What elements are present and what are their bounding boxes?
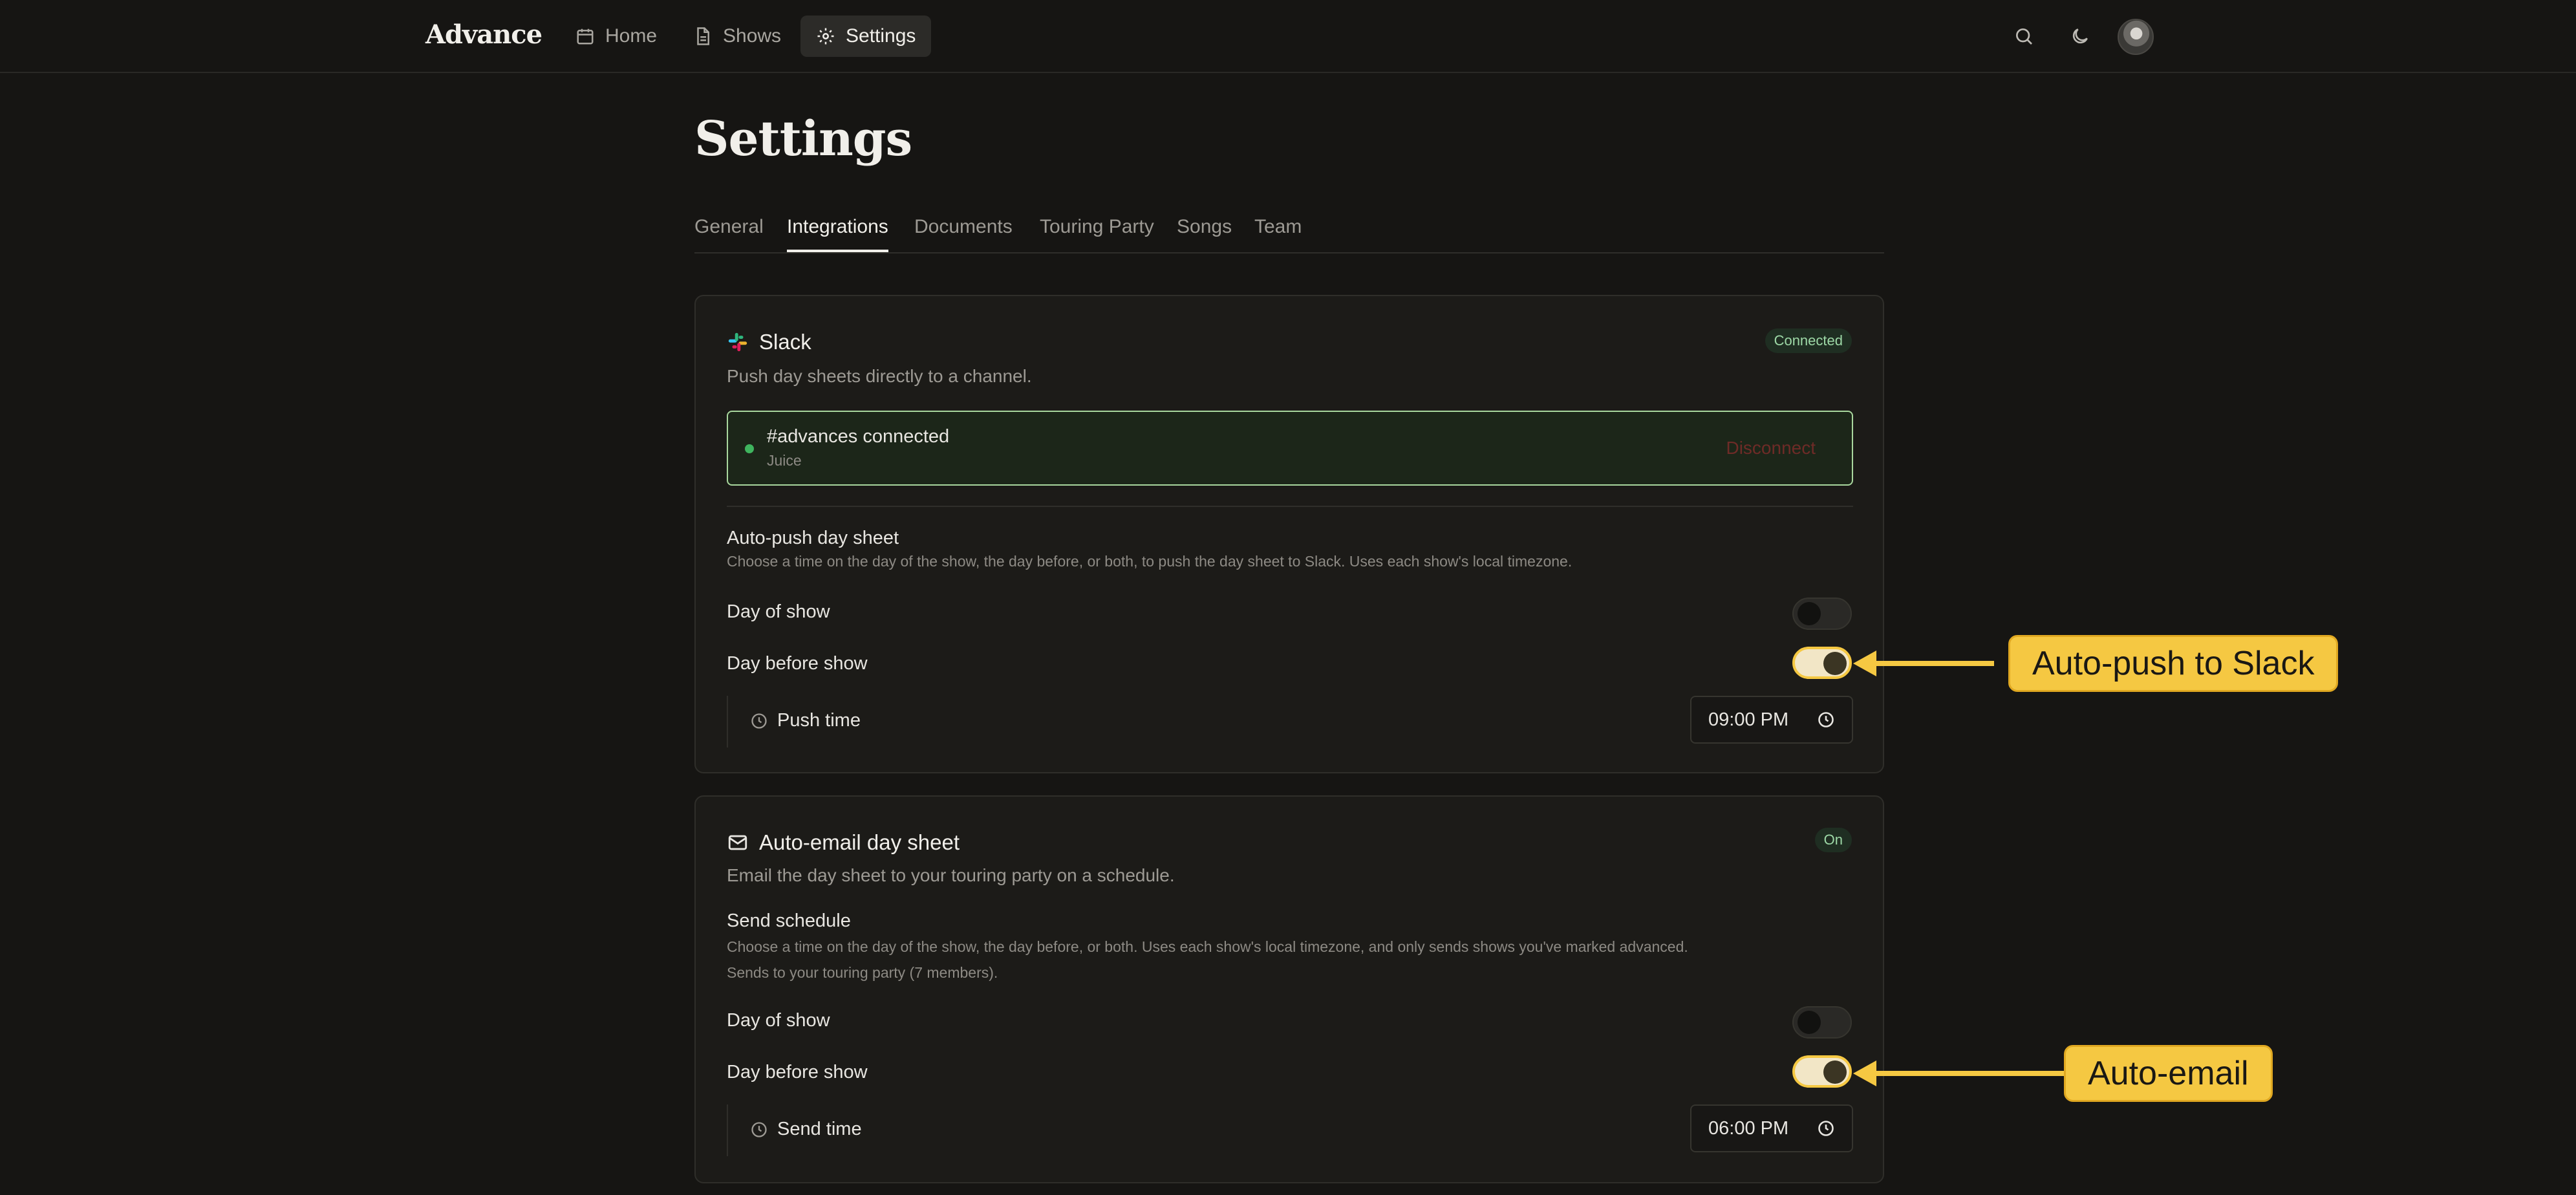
email-subtitle: Email the day sheet to your touring part… [727, 865, 1175, 885]
nav-shows[interactable]: Shows [678, 16, 797, 57]
mail-icon [728, 835, 747, 850]
status-badge: On [1814, 828, 1852, 852]
brand-logo[interactable]: Advance [425, 19, 542, 50]
nav-settings-label: Settings [846, 25, 916, 47]
email-title-text: Auto-email day sheet [759, 830, 960, 854]
tab-documents[interactable]: Documents [914, 216, 1013, 250]
clock-icon [751, 713, 767, 729]
push-time-input[interactable]: 09:00 PM [1690, 696, 1853, 744]
email-day-before-show-toggle[interactable] [1792, 1055, 1852, 1088]
calendar-icon [577, 28, 594, 45]
email-callout-label: Auto-email [2064, 1045, 2273, 1102]
email-card-title: Auto-email day sheet [727, 830, 960, 855]
push-time-text: Push time [777, 710, 861, 731]
slack-logo-icon [728, 332, 747, 352]
page-title: Settings [694, 111, 912, 167]
clock-icon [1818, 1121, 1834, 1136]
send-time-value: 06:00 PM [1708, 1117, 1789, 1139]
send-schedule-description: Choose a time on the day of the show, th… [727, 938, 1688, 955]
clock-icon [1818, 712, 1834, 727]
slack-subtitle: Push day sheets directly to a channel. [727, 366, 1032, 386]
autopush-section-label: Auto-push day sheet [727, 528, 899, 548]
nav-settings[interactable]: Settings [800, 16, 932, 57]
slack-workspace-name: Juice [767, 452, 802, 469]
slack-day-before-show-label: Day before show [727, 653, 868, 674]
toggle-knob [1798, 1011, 1821, 1034]
autopush-description: Choose a time on the day of the show, th… [727, 553, 1572, 570]
tab-general[interactable]: General [694, 216, 764, 250]
slack-day-of-show-toggle[interactable] [1792, 598, 1852, 630]
send-schedule-recipients: Sends to your touring party (7 members). [727, 964, 998, 981]
top-navigation: Advance Home Shows Settings [0, 0, 2576, 73]
email-day-of-show-toggle[interactable] [1792, 1006, 1852, 1039]
moon-icon [2072, 28, 2088, 44]
slack-callout-arrow [1874, 661, 1994, 666]
tab-integrations[interactable]: Integrations [787, 216, 888, 252]
nav-home[interactable]: Home [560, 16, 672, 57]
email-send-time-row: Send time 06:00 PM [727, 1104, 1853, 1156]
toggle-knob [1823, 1060, 1847, 1084]
theme-toggle-button[interactable] [2065, 21, 2096, 52]
slack-channel-name: #advances connected [767, 426, 950, 447]
slack-integration-card: Slack Connected Push day sheets directly… [694, 295, 1884, 773]
send-time-input[interactable]: 06:00 PM [1690, 1104, 1853, 1152]
email-day-before-show-label: Day before show [727, 1062, 868, 1082]
slack-day-before-show-toggle[interactable] [1792, 647, 1852, 679]
slack-card-title: Slack [727, 330, 811, 354]
send-time-text: Send time [777, 1119, 862, 1139]
slack-callout-arrowhead [1853, 651, 1876, 676]
push-time-label: Push time [750, 710, 861, 731]
slack-title-text: Slack [759, 330, 811, 354]
search-button[interactable] [2008, 21, 2039, 52]
email-day-of-show-label: Day of show [727, 1010, 830, 1031]
slack-day-of-show-label: Day of show [727, 601, 830, 622]
email-callout-arrowhead [1853, 1060, 1876, 1086]
slack-callout-label: Auto-push to Slack [2008, 635, 2339, 692]
search-icon [2016, 28, 2032, 45]
tab-songs[interactable]: Songs [1177, 216, 1232, 250]
disconnect-button[interactable]: Disconnect [1726, 438, 1816, 458]
tab-team[interactable]: Team [1254, 216, 1302, 250]
send-schedule-label: Send schedule [727, 910, 851, 931]
divider [727, 506, 1853, 507]
auto-email-card: Auto-email day sheet On Email the day sh… [694, 795, 1884, 1183]
nav-home-label: Home [605, 25, 658, 47]
connected-status-dot [745, 444, 754, 453]
nav-shows-label: Shows [723, 25, 782, 47]
gear-icon [817, 28, 834, 45]
clock-icon [751, 1121, 767, 1137]
send-time-label: Send time [750, 1119, 862, 1140]
slack-connection-panel: #advances connected Juice Disconnect [727, 411, 1853, 486]
avatar[interactable] [2118, 19, 2154, 55]
status-badge: Connected [1765, 328, 1852, 353]
tab-touring-party[interactable]: Touring Party [1040, 216, 1154, 250]
document-icon [697, 27, 709, 45]
settings-tabs: General Integrations Documents Touring P… [694, 212, 1884, 253]
slack-push-time-row: Push time 09:00 PM [727, 696, 1853, 748]
toggle-knob [1798, 602, 1821, 625]
email-callout-arrow [1874, 1071, 2064, 1076]
toggle-knob [1823, 652, 1847, 675]
push-time-value: 09:00 PM [1708, 709, 1789, 730]
